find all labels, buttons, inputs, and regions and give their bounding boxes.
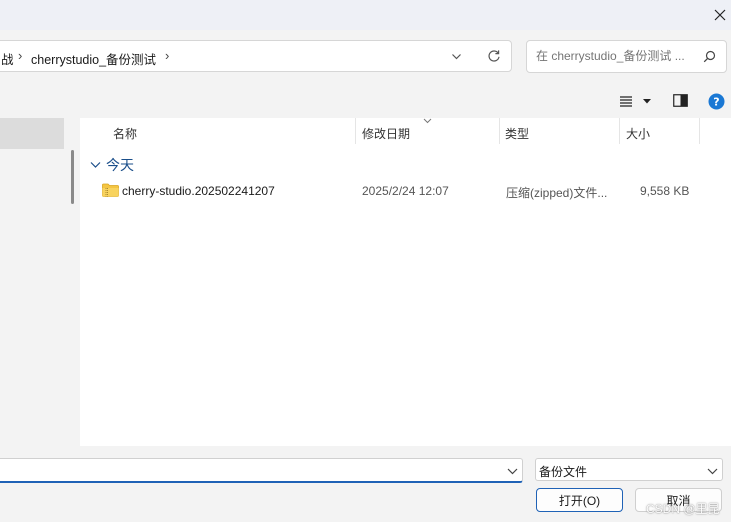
column-divider[interactable] <box>499 118 500 144</box>
file-row[interactable]: cherry-studio.202502241207 2025/2/24 12:… <box>80 178 731 204</box>
preview-pane-icon <box>673 94 688 107</box>
file-type: 压缩(zipped)文件... <box>506 186 608 200</box>
file-name[interactable]: cherry-studio.202502241207 <box>122 184 275 198</box>
breadcrumb[interactable]: 战 › cherrystudio_备份测试 › <box>0 40 512 72</box>
file-type-select[interactable]: 备份文件 <box>535 458 723 481</box>
column-divider[interactable] <box>699 118 700 144</box>
help-button[interactable]: ? <box>708 93 725 113</box>
search-icon <box>703 50 716 63</box>
breadcrumb-chevron-icon: › <box>18 48 23 63</box>
breadcrumb-parent[interactable]: 战 <box>1 49 14 68</box>
column-header-size[interactable]: 大小 <box>626 125 650 142</box>
file-type-dropdown-button[interactable] <box>707 465 718 479</box>
address-history-button[interactable] <box>451 51 462 65</box>
svg-text:?: ? <box>713 96 719 109</box>
group-header-today[interactable]: 今天 <box>90 155 134 175</box>
scrollbar-thumb[interactable] <box>71 150 74 204</box>
search-box[interactable] <box>526 40 727 73</box>
navigation-pane[interactable] <box>0 118 64 446</box>
watermark: CSDN @里昆 <box>646 502 720 516</box>
open-button[interactable]: 打开(O) <box>536 488 623 512</box>
preview-pane-button[interactable] <box>673 94 688 110</box>
search-button[interactable] <box>703 50 716 66</box>
search-input[interactable] <box>536 49 696 63</box>
column-divider[interactable] <box>355 118 356 144</box>
view-menu-icon <box>620 96 651 107</box>
group-header-label: 今天 <box>106 157 134 173</box>
file-date: 2025/2/24 12:07 <box>362 184 449 198</box>
chevron-down-icon <box>452 54 461 60</box>
close-button[interactable] <box>708 0 731 30</box>
column-header-name[interactable]: 名称 <box>113 125 137 142</box>
column-header-date[interactable]: 修改日期 <box>362 125 410 142</box>
title-bar <box>0 0 731 30</box>
view-menu-button[interactable] <box>619 95 651 110</box>
help-icon: ? <box>708 93 725 110</box>
breadcrumb-chevron-icon[interactable]: › <box>165 48 169 63</box>
filename-field[interactable] <box>0 458 523 483</box>
filename-input[interactable] <box>1 462 491 476</box>
refresh-icon <box>488 50 500 62</box>
refresh-button[interactable] <box>487 49 501 66</box>
zip-folder-icon <box>102 183 119 197</box>
close-icon <box>714 9 725 21</box>
chevron-down-icon <box>90 162 101 168</box>
filename-history-button[interactable] <box>507 465 518 479</box>
file-type-selected: 备份文件 <box>539 465 588 479</box>
chevron-down-icon <box>707 468 718 475</box>
file-size: 9,558 KB <box>640 184 690 198</box>
file-list[interactable]: 名称 修改日期 类型 大小 今天 cherry-studio.202502241… <box>80 118 731 446</box>
column-divider[interactable] <box>619 118 620 144</box>
chevron-down-icon <box>507 468 518 475</box>
column-header-type[interactable]: 类型 <box>505 125 529 142</box>
sort-chevron-icon <box>423 118 432 124</box>
breadcrumb-current-folder[interactable]: cherrystudio_备份测试 <box>31 49 156 68</box>
navigation-selected-item[interactable] <box>0 118 64 149</box>
